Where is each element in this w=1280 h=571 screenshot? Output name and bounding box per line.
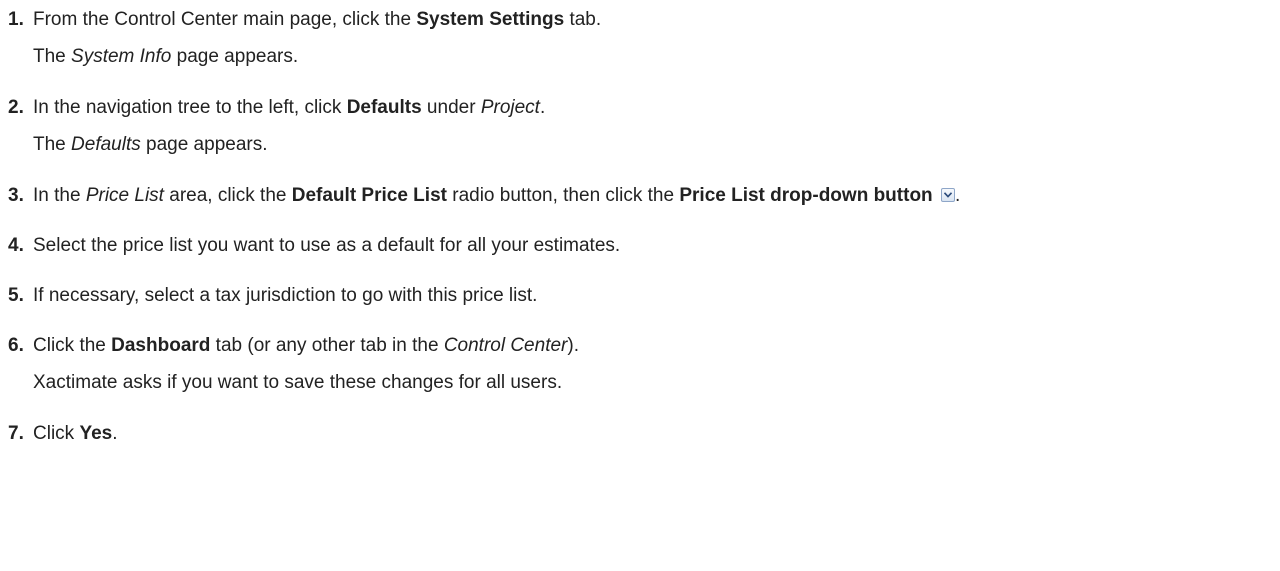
step-number: 5. <box>8 285 24 306</box>
ui-term-control-center: Control Center <box>443 335 568 356</box>
text-run: under <box>421 97 481 118</box>
ui-term-dashboard: Dashboard <box>111 335 211 356</box>
step-2-result: The Defaults page appears. <box>33 133 1280 157</box>
step-3: 3. In the Price List area, click the Def… <box>8 184 1280 208</box>
text-run: tab. <box>564 9 602 30</box>
step-number: 3. <box>8 185 24 206</box>
step-1-result: The System Info page appears. <box>33 45 1280 69</box>
step-text: If necessary, select a tax jurisdiction … <box>33 285 538 306</box>
text-run: In the <box>33 185 86 206</box>
text-run: Click <box>33 423 80 444</box>
ui-term-price-list-area: Price List <box>85 185 164 206</box>
instruction-steps: 1. From the Control Center main page, cl… <box>0 0 1280 446</box>
step-text: Click the Dashboard tab (or any other ta… <box>33 334 1280 358</box>
ui-term-price-list-dropdown: Price List drop-down button <box>679 185 933 206</box>
step-2: 2. In the navigation tree to the left, c… <box>8 96 1280 120</box>
text-run: From the Control Center main page, click… <box>33 9 417 30</box>
step-text: From the Control Center main page, click… <box>33 8 1280 32</box>
text-run: tab (or any other tab in the <box>210 335 444 356</box>
ui-term-yes: Yes <box>79 423 113 444</box>
step-text: Click Yes. <box>33 422 1280 446</box>
step-text: Select the price list you want to use as… <box>33 235 621 256</box>
step-4: 4. Select the price list you want to use… <box>8 234 1280 258</box>
chevron-down-icon <box>940 188 955 202</box>
step-number: 6. <box>8 335 24 356</box>
text-run: area, click the <box>163 185 292 206</box>
step-6: 6. Click the Dashboard tab (or any other… <box>8 334 1280 358</box>
ui-term-defaults: Defaults <box>346 97 422 118</box>
text-run: In the navigation tree to the left, clic… <box>33 97 347 118</box>
text-run: Click the <box>33 335 112 356</box>
step-number: 2. <box>8 97 24 118</box>
text-run: The <box>33 134 72 155</box>
step-5: 5. If necessary, select a tax jurisdicti… <box>8 284 1280 308</box>
page-name-system-info: System Info <box>71 46 172 67</box>
text-run: page appears. <box>140 134 268 155</box>
text-run: . <box>112 423 118 444</box>
text-run: . <box>954 185 961 206</box>
step-text: In the Price List area, click the Defaul… <box>33 184 1280 208</box>
step-number: 1. <box>8 9 24 30</box>
text-run: radio button, then click the <box>446 185 680 206</box>
page-name-defaults: Defaults <box>71 134 141 155</box>
ui-term-default-price-list: Default Price List <box>291 185 447 206</box>
step-6-result: Xactimate asks if you want to save these… <box>33 372 563 393</box>
text-run: ). <box>567 335 579 356</box>
text-run: . <box>539 97 546 118</box>
step-number: 7. <box>8 423 24 444</box>
text-run: The <box>33 46 72 67</box>
step-number: 4. <box>8 235 24 256</box>
text-run: page appears. <box>171 46 299 67</box>
step-1: 1. From the Control Center main page, cl… <box>8 8 1280 32</box>
step-text: In the navigation tree to the left, clic… <box>33 96 1280 120</box>
step-7: 7. Click Yes. <box>8 422 1280 446</box>
ui-term-system-settings: System Settings <box>416 9 565 30</box>
ui-term-project: Project <box>480 97 540 118</box>
